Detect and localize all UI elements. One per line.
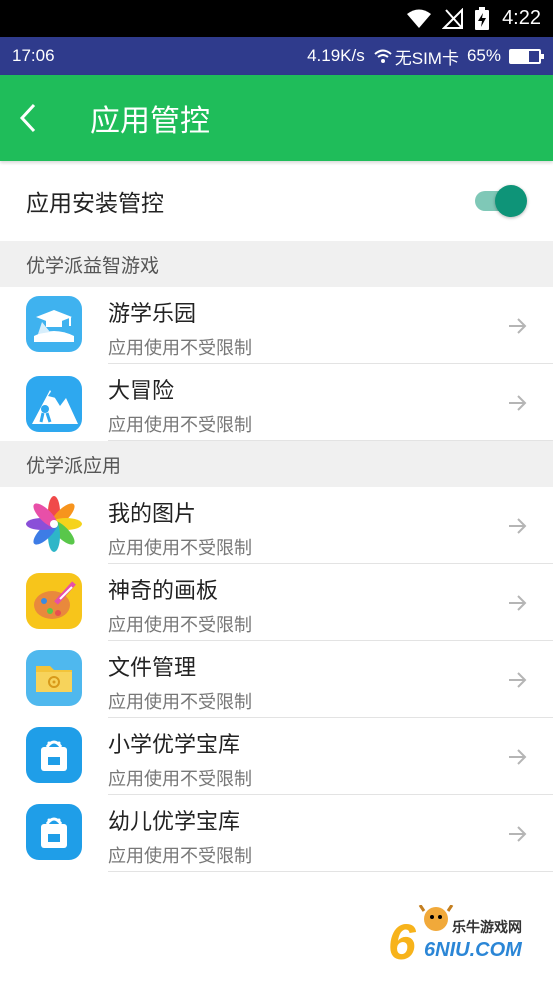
app-name: 幼儿优学宝库	[108, 810, 241, 835]
app-status: 应用使用不受限制	[108, 615, 252, 636]
screen: 4:22 17:06 4.19K/s 无SIM卡 65% 应用管控 应用安装管控…	[0, 0, 553, 983]
app-bar: 应用管控	[0, 75, 553, 161]
svg-text:6: 6	[388, 914, 417, 965]
arrow-right-icon	[509, 826, 527, 842]
arrow-right-icon	[509, 318, 527, 334]
app-row-text: 神奇的画板 应用使用不受限制	[108, 564, 553, 641]
install-control-row: 应用安装管控	[0, 161, 553, 241]
folder-icon	[26, 650, 82, 706]
toggle-thumb	[495, 185, 527, 217]
app-row-text: 大冒险 应用使用不受限制	[108, 364, 553, 441]
battery-charging-icon	[474, 6, 490, 31]
watermark-brand: 6NIU.COM	[424, 939, 522, 961]
battery-percent: 65%	[466, 46, 501, 65]
app-name: 大冒险	[108, 379, 175, 404]
device-status-bar: 17:06 4.19K/s 无SIM卡 65%	[0, 37, 553, 75]
page-title: 应用管控	[90, 104, 210, 139]
wifi-icon	[373, 48, 393, 64]
app-row-da-maoxian[interactable]: 大冒险 应用使用不受限制	[0, 364, 553, 441]
app-row-file-manager[interactable]: 文件管理 应用使用不受限制	[0, 641, 553, 718]
app-status: 应用使用不受限制	[108, 692, 252, 713]
wifi-signal-icon	[406, 9, 432, 29]
app-row-text: 文件管理 应用使用不受限制	[108, 641, 553, 718]
system-clock: 4:22	[502, 7, 541, 29]
watermark-logo: 6 乐牛游戏网 6NIU.COM	[388, 904, 538, 970]
photo-flower-icon	[26, 496, 82, 552]
arrow-right-icon	[509, 672, 527, 688]
app-name: 我的图片	[108, 502, 197, 527]
sim-status: 无SIM卡	[394, 48, 459, 68]
battery-icon	[509, 48, 544, 64]
arrow-right-icon	[509, 595, 527, 611]
app-name: 神奇的画板	[108, 579, 219, 604]
app-row-primary-store[interactable]: 小学优学宝库 应用使用不受限制	[0, 718, 553, 795]
back-arrow-icon	[19, 103, 36, 133]
palette-icon	[26, 573, 82, 629]
no-signal-icon	[442, 7, 464, 30]
app-status: 应用使用不受限制	[108, 538, 252, 559]
system-status-bar: 4:22	[0, 0, 553, 37]
back-button[interactable]	[0, 75, 56, 161]
app-status: 应用使用不受限制	[108, 415, 252, 436]
app-row-text: 小学优学宝库 应用使用不受限制	[108, 718, 553, 795]
install-control-label: 应用安装管控	[26, 191, 164, 217]
app-row-drawing-board[interactable]: 神奇的画板 应用使用不受限制	[0, 564, 553, 641]
device-clock: 17:06	[12, 46, 55, 65]
school-hat-icon	[26, 296, 82, 352]
watermark-text: 乐牛游戏网	[452, 920, 522, 936]
app-row-text: 幼儿优学宝库 应用使用不受限制	[108, 795, 553, 872]
store-bag-icon	[26, 804, 82, 860]
app-status: 应用使用不受限制	[108, 338, 252, 359]
network-speed: 4.19K/s	[307, 46, 365, 65]
arrow-right-icon	[509, 749, 527, 765]
section-header-games: 优学派益智游戏	[0, 241, 553, 287]
app-row-text: 游学乐园 应用使用不受限制	[108, 287, 553, 364]
install-control-toggle[interactable]	[475, 185, 527, 217]
app-name: 小学优学宝库	[108, 733, 241, 758]
arrow-right-icon	[509, 518, 527, 534]
app-row-text: 我的图片 应用使用不受限制	[108, 487, 553, 564]
app-name: 文件管理	[108, 656, 197, 681]
app-status: 应用使用不受限制	[108, 846, 252, 867]
app-row-youxue-leyuan[interactable]: 游学乐园 应用使用不受限制	[0, 287, 553, 364]
store-bag-icon	[26, 727, 82, 783]
section-header-apps: 优学派应用	[0, 441, 553, 487]
arrow-right-icon	[509, 395, 527, 411]
app-status: 应用使用不受限制	[108, 769, 252, 790]
mountain-climber-icon	[26, 376, 82, 432]
app-name: 游学乐园	[108, 302, 197, 327]
app-row-my-photos[interactable]: 我的图片 应用使用不受限制	[0, 487, 553, 564]
app-row-kids-store[interactable]: 幼儿优学宝库 应用使用不受限制	[0, 795, 553, 872]
